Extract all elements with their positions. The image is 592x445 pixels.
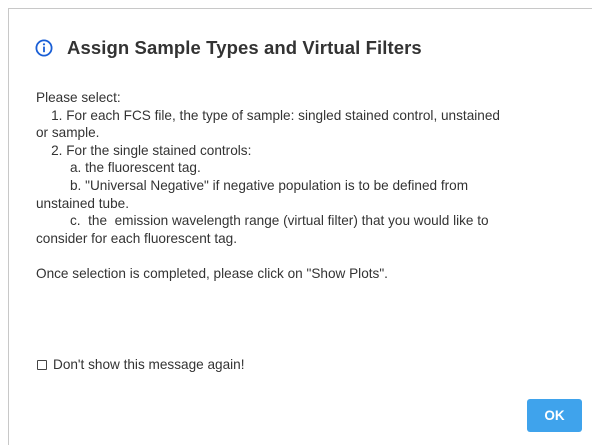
assign-sample-types-dialog: Assign Sample Types and Virtual Filters … <box>8 8 592 445</box>
closing-line: Once selection is completed, please clic… <box>36 266 388 282</box>
message-line: 1. For each FCS file, the type of sample… <box>36 107 500 123</box>
dont-show-again-label: Don't show this message again! <box>53 357 245 372</box>
message-line: Please select: <box>36 90 121 105</box>
dialog-header: Assign Sample Types and Virtual Filters <box>35 37 422 59</box>
dont-show-again-checkbox[interactable] <box>37 359 47 370</box>
ok-button[interactable]: OK <box>527 399 582 432</box>
message-line: b. "Universal Negative" if negative popu… <box>36 177 469 193</box>
message-line: a. the fluorescent tag. <box>36 160 201 176</box>
info-circle-icon <box>35 39 53 57</box>
message-line: 2. For the single stained controls: <box>36 142 252 158</box>
dont-show-again-option[interactable]: Don't show this message again! <box>37 357 245 372</box>
dialog-title: Assign Sample Types and Virtual Filters <box>67 37 422 58</box>
message-line: unstained tube. <box>36 195 129 211</box>
dialog-message: Please select: 1. For each FCS file, the… <box>36 89 571 283</box>
message-line: consider for each fluorescent tag. <box>36 230 237 246</box>
message-line: or sample. <box>36 125 100 141</box>
message-line: c. the emission wavelength range (virtua… <box>36 213 489 229</box>
